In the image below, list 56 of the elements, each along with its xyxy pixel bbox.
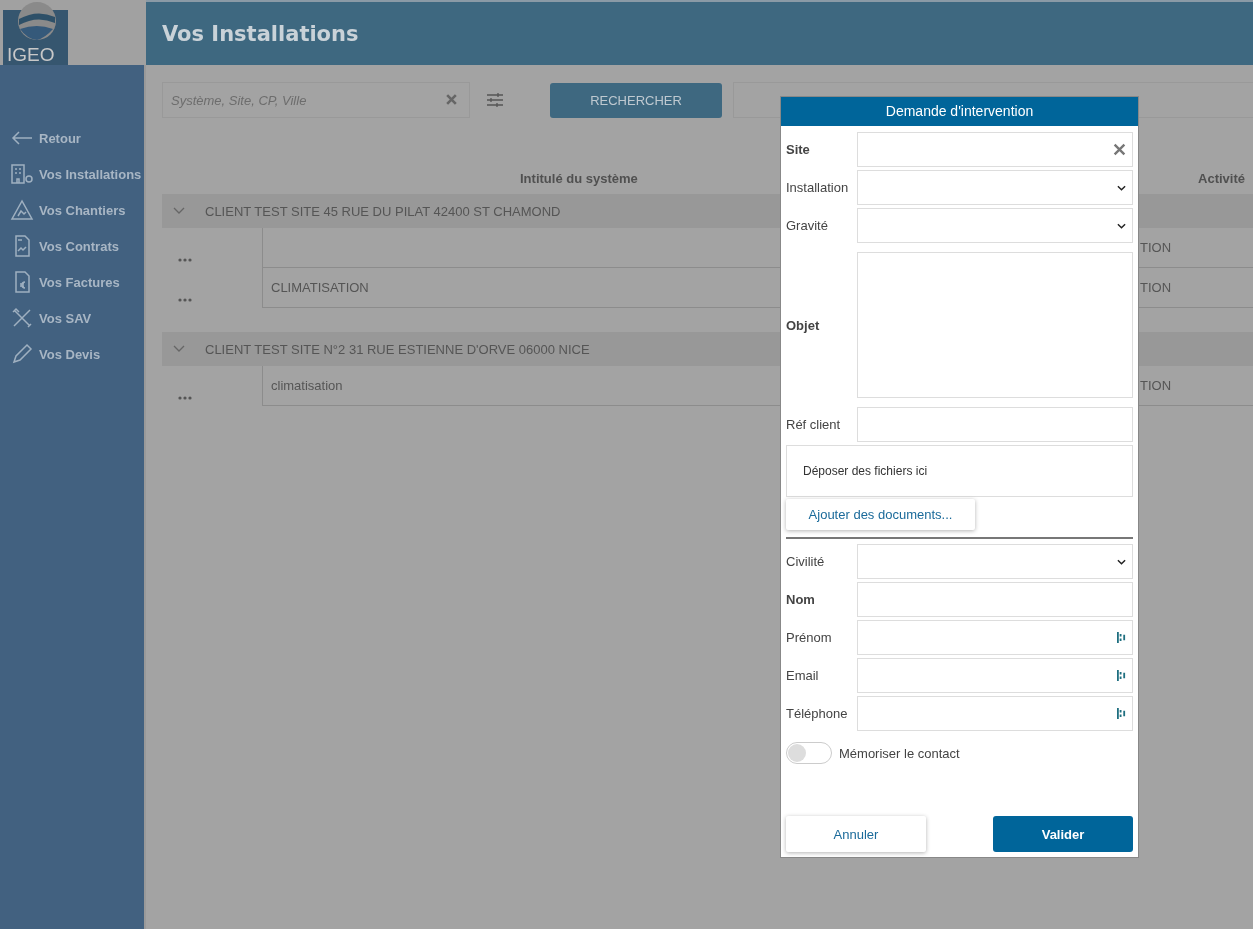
chevron-down-icon[interactable] [173, 345, 185, 353]
dropdown[interactable] [857, 208, 1133, 243]
sidebar-item[interactable]: Vos Installations [0, 156, 144, 192]
pencil-icon [10, 342, 34, 366]
group-title: CLIENT TEST SITE N°2 31 RUE ESTIENNE D'ORVE 06000 NICE [205, 341, 590, 357]
autofill-icon[interactable] [1117, 707, 1126, 720]
group-title: CLIENT TEST SITE 45 RUE DU PILAT 42400 ST CHAMOND [205, 203, 561, 219]
clear-icon[interactable] [1113, 143, 1126, 156]
text-area[interactable] [857, 252, 1133, 398]
clear-icon[interactable] [445, 93, 458, 106]
drop-zone-text: Déposer des fichiers ici [803, 464, 928, 478]
table-cell: TION [1140, 366, 1253, 406]
more-icon[interactable] [178, 298, 192, 302]
chevron-down-icon[interactable] [173, 207, 185, 215]
autofill-icon[interactable] [1117, 669, 1126, 682]
dropdown[interactable] [857, 170, 1133, 205]
field-label: Nom [786, 592, 816, 607]
add-documents-button[interactable]: Ajouter des documents... [786, 499, 975, 530]
warning-triangle-icon [10, 198, 34, 222]
logo-text: IGEO [7, 44, 55, 66]
field-label: Civilité [786, 554, 826, 569]
file-drop-zone[interactable]: Déposer des fichiers ici [786, 445, 1133, 497]
table-cell: TION [1140, 268, 1253, 308]
field-label: Email [786, 668, 820, 683]
field-label: Objet [786, 317, 821, 333]
page-title: Vos Installations [162, 21, 359, 46]
column-header: Intitulé du système [520, 171, 638, 186]
dropdown[interactable] [857, 544, 1133, 579]
building-gear-icon [10, 162, 34, 186]
autofill-icon[interactable] [1117, 631, 1126, 644]
field-label: Téléphone [786, 706, 849, 721]
more-icon[interactable] [178, 258, 192, 262]
field-label: Réf client [786, 417, 842, 432]
sidebar-item[interactable]: Vos Chantiers [0, 192, 144, 228]
cancel-button[interactable]: Annuler [786, 816, 926, 852]
table-cell: TION [1140, 228, 1253, 268]
chevron-down-icon [1117, 184, 1126, 191]
submit-button[interactable]: Valider [993, 816, 1133, 852]
search-button[interactable]: RECHERCHER [550, 82, 722, 118]
sidebar-item[interactable]: Vos SAV [0, 300, 144, 336]
toggle-switch[interactable] [786, 742, 832, 764]
chevron-down-icon [1117, 558, 1126, 565]
toggle-label: Mémoriser le contact [839, 745, 960, 761]
sidebar-item[interactable]: Retour [0, 120, 144, 156]
chevron-down-icon [1117, 222, 1126, 229]
dialog-title: Demande d'intervention [781, 97, 1138, 126]
field-label: Prénom [786, 630, 833, 645]
sidebar-item[interactable]: Vos Factures [0, 264, 144, 300]
tools-icon [10, 306, 34, 330]
sidebar-item[interactable]: Vos Devis [0, 336, 144, 372]
field-label: Installation [786, 180, 850, 195]
sidebar-item[interactable]: Vos Contrats [0, 228, 144, 264]
filter-settings-icon[interactable] [486, 92, 504, 108]
field-label: Site [786, 142, 811, 157]
column-header: Activité [1198, 171, 1245, 186]
more-icon[interactable] [178, 396, 192, 400]
